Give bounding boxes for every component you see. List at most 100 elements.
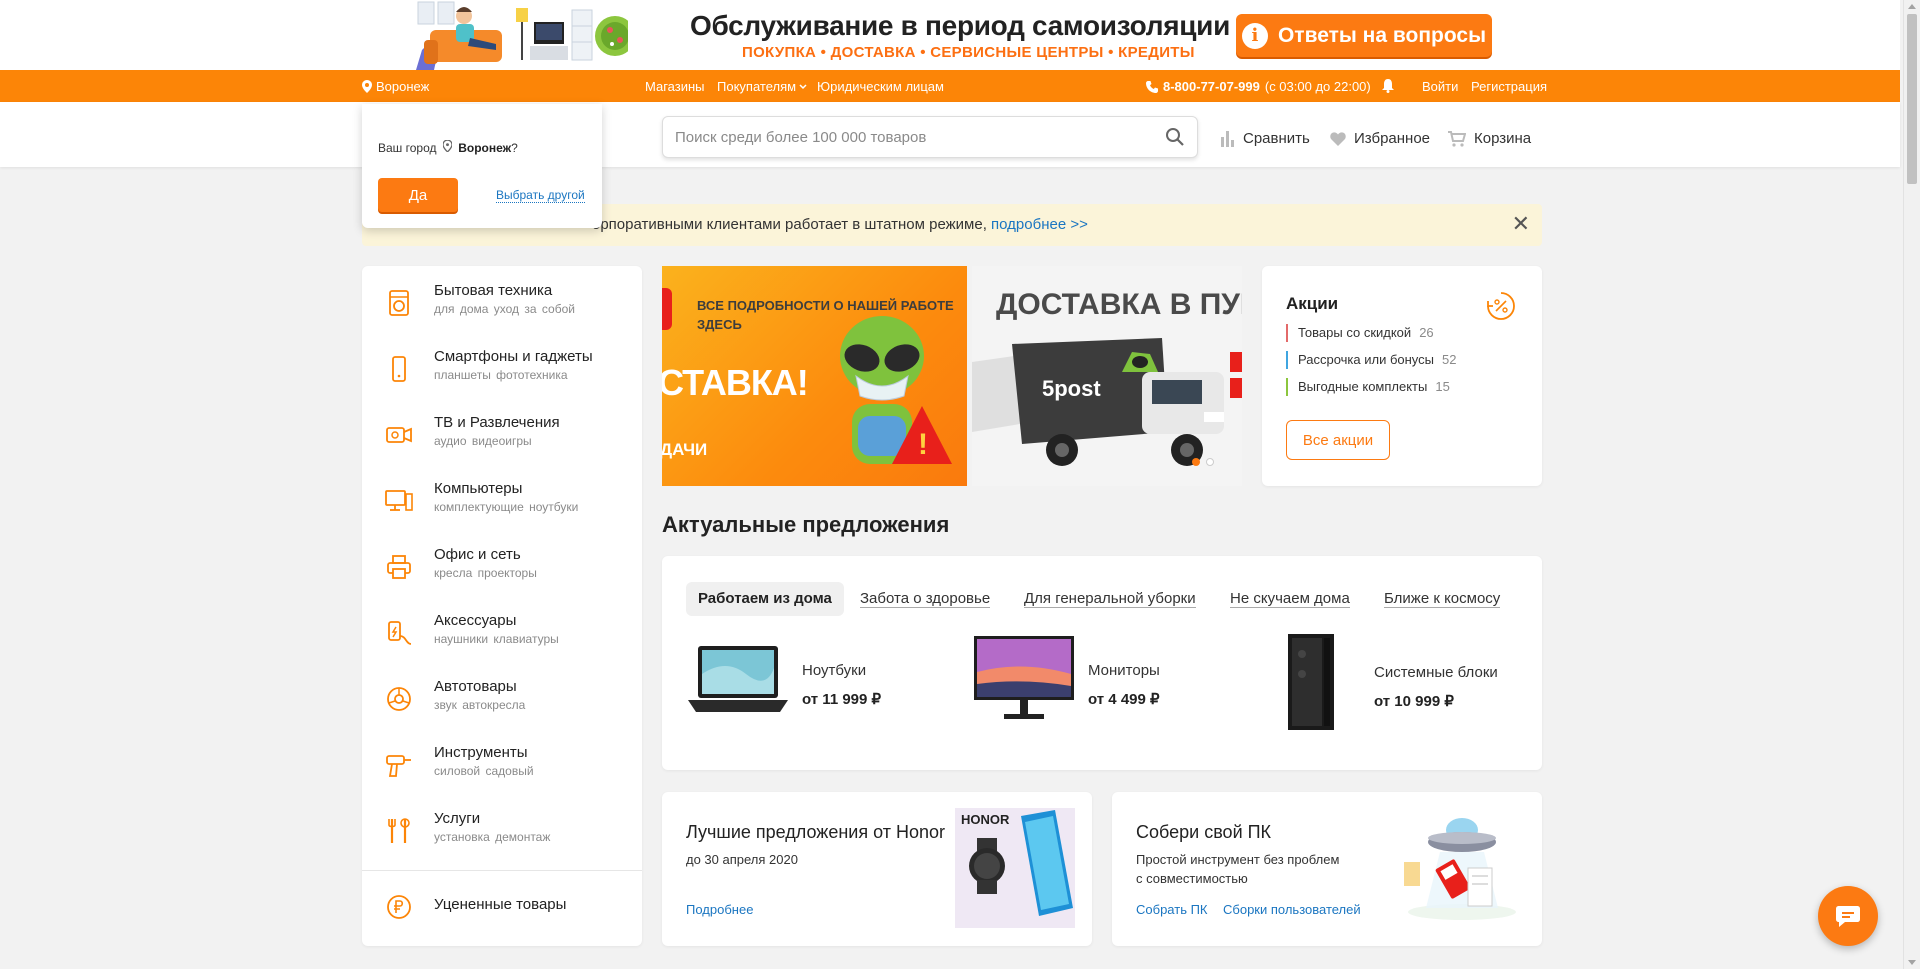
pc-case-image	[1288, 634, 1334, 730]
bell-icon[interactable]	[1382, 79, 1394, 93]
truck-logo: 5post	[1042, 376, 1101, 401]
banner1-small: ДАЧИ	[662, 440, 708, 459]
top-bar: Воронеж Магазины Покупателям Юридическим…	[0, 70, 1900, 102]
promotion-row-discount[interactable]: Товары со скидкой 26	[1286, 324, 1434, 342]
promotion-label: Выгодные комплекты	[1298, 379, 1428, 394]
city-selector[interactable]: Воронеж	[362, 79, 429, 94]
page-scrollbar[interactable]	[1903, 0, 1920, 969]
promo-title: Обслуживание в период самоизоляции	[690, 10, 1230, 41]
category-auto[interactable]: Автотовары звук автокресла	[362, 670, 642, 736]
tab-space[interactable]: Ближе к космосу	[1384, 582, 1501, 616]
category-subs: планшеты фототехника	[434, 368, 568, 382]
chevron-down-icon	[799, 83, 807, 89]
login-link[interactable]: Войти	[1422, 79, 1458, 94]
pc-builder-desc-line1: Простой инструмент без проблем	[1136, 852, 1340, 867]
promotion-row-bundles[interactable]: Выгодные комплекты 15	[1286, 378, 1450, 396]
category-tools[interactable]: Инструменты силовой садовый	[362, 736, 642, 802]
notice-text: орпоративными клиентами работает в штатн…	[592, 216, 1088, 233]
pc-builder-desc-line2: с совместимостью	[1136, 871, 1248, 886]
all-promotions-button[interactable]: Все акции	[1286, 420, 1390, 460]
cart-label: Корзина	[1474, 130, 1532, 147]
category-name: Инструменты	[434, 744, 528, 761]
category-appliances[interactable]: Бытовая техника для дома уход за собой	[362, 274, 642, 340]
pc-builder-card[interactable]: Собери свой ПК Простой инструмент без пр…	[1112, 792, 1542, 946]
scroll-down-arrow-icon[interactable]	[1908, 960, 1916, 965]
carousel-dot[interactable]	[1206, 458, 1214, 466]
promo-banner[interactable]: Обслуживание в период самоизоляции ПОКУП…	[0, 0, 1900, 70]
choose-other-city-link[interactable]: Выбрать другой	[496, 188, 585, 203]
offer-monitors[interactable]: Мониторы от 4 499 ₽	[972, 634, 1202, 744]
scrollbar-thumb[interactable]	[1907, 14, 1917, 184]
city-question-prefix: Ваш город	[378, 141, 437, 155]
scroll-up-arrow-icon[interactable]	[1908, 4, 1916, 9]
category-divider	[362, 870, 642, 871]
tab-work-from-home[interactable]: Работаем из дома	[686, 582, 844, 616]
category-subs: установка демонтаж	[434, 830, 551, 844]
favorites-link[interactable]: Избранное	[1330, 130, 1430, 147]
tab-label: Ближе к космосу	[1384, 590, 1501, 608]
phone-block[interactable]: 8-800-77-07-999 (с 03:00 до 22:00)	[1146, 79, 1371, 94]
category-office[interactable]: Офис и сеть кресла проекторы	[362, 538, 642, 604]
tab-home-fun[interactable]: Не скучаем дома	[1230, 582, 1350, 616]
category-name: Автотовары	[434, 678, 517, 695]
honor-date: до 30 апреля 2020	[686, 852, 798, 867]
category-services[interactable]: Услуги установка демонтаж	[362, 802, 642, 868]
banner-delivery-info[interactable]: ВСЕ ПОДРОБНОСТИ О НАШЕЙ РАБОТЕ ЗДЕСЬ СТА…	[662, 266, 967, 486]
wrench-icon	[388, 818, 410, 843]
category-subs: комплектующие ноутбуки	[434, 500, 579, 514]
promotion-label: Товары со скидкой	[1298, 325, 1412, 340]
phone-hours: (с 03:00 до 22:00)	[1264, 79, 1371, 94]
user-builds-link[interactable]: Сборки пользователей	[1223, 902, 1361, 917]
confirm-city-button[interactable]: Да	[378, 178, 458, 212]
category-accessories[interactable]: Аксессуары наушники клавиатуры	[362, 604, 642, 670]
nav-stores[interactable]: Магазины	[645, 79, 705, 94]
banner1-headline: СТАВКА!	[662, 362, 809, 403]
register-link[interactable]: Регистрация	[1471, 79, 1547, 94]
pc-builder-title: Собери свой ПК	[1136, 822, 1272, 842]
search-icon[interactable]	[1165, 127, 1185, 147]
build-pc-link[interactable]: Собрать ПК	[1136, 902, 1208, 917]
category-name: ТВ и Развлечения	[434, 414, 560, 431]
heart-icon	[1330, 131, 1346, 146]
category-name: Бытовая техника	[434, 282, 553, 299]
category-name: Компьютеры	[434, 480, 523, 497]
promotion-row-installment[interactable]: Рассрочка или бонусы 52	[1286, 351, 1456, 369]
nav-legal[interactable]: Юридическим лицам	[817, 79, 944, 94]
offer-price: от 10 999 ₽	[1374, 693, 1454, 710]
cart-link[interactable]: Корзина	[1448, 130, 1531, 147]
category-discounted[interactable]: Уцененные товары	[362, 878, 642, 944]
notice-more-link[interactable]: подробнее >>	[991, 216, 1088, 233]
offer-name: Ноутбуки	[802, 662, 867, 679]
compare-link[interactable]: Сравнить	[1221, 130, 1310, 147]
tab-label: Забота о здоровье	[860, 590, 991, 608]
honor-more-link[interactable]: Подробнее	[686, 902, 753, 917]
close-icon[interactable]: ✕	[1512, 213, 1530, 235]
location-pin-icon	[442, 139, 453, 153]
search-input[interactable]	[675, 117, 1145, 157]
promotions-title: Акции	[1286, 294, 1339, 313]
tab-health[interactable]: Забота о здоровье	[860, 582, 991, 616]
chat-button[interactable]	[1818, 886, 1878, 946]
category-smartphones[interactable]: Смартфоны и гаджеты планшеты фототехника	[362, 340, 642, 406]
carousel-dot-active[interactable]	[1192, 458, 1200, 466]
phone-number: 8-800-77-07-999	[1163, 79, 1260, 94]
city-question-city: Воронеж	[458, 141, 512, 155]
smartphone-icon	[392, 356, 406, 382]
category-computers[interactable]: Компьютеры комплектующие ноутбуки	[362, 472, 642, 538]
city-name: Воронеж	[376, 79, 430, 94]
search-box	[662, 116, 1198, 158]
category-name: Аксессуары	[434, 612, 517, 629]
honor-card[interactable]: Лучшие предложения от Honor до 30 апреля…	[662, 792, 1092, 946]
nav-customers[interactable]: Покупателям	[717, 79, 807, 94]
banner-pickup-delivery[interactable]: ДОСТАВКА В ПУН 5post	[972, 266, 1242, 486]
banner2-headline: ДОСТАВКА В ПУН	[996, 288, 1242, 321]
promotion-count: 52	[1442, 352, 1457, 367]
tab-cleaning[interactable]: Для генеральной уборки	[1024, 582, 1196, 616]
offer-system-units[interactable]: Системные блоки от 10 999 ₽	[1258, 634, 1518, 744]
compare-icon	[1221, 130, 1234, 147]
offer-laptops[interactable]: Ноутбуки от 11 999 ₽	[686, 634, 916, 744]
faq-button[interactable]: i Ответы на вопросы	[1236, 14, 1492, 57]
city-question-suffix: ?	[511, 141, 518, 155]
category-subs: наушники клавиатуры	[434, 632, 559, 646]
category-tv[interactable]: ТВ и Развлечения аудио видеоигры	[362, 406, 642, 472]
